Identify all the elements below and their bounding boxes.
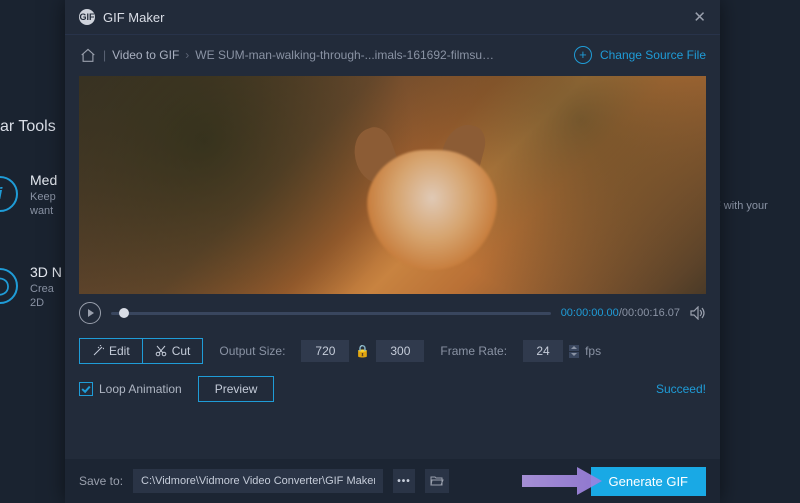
bg-item1-line2: want (30, 204, 57, 218)
seek-thumb[interactable] (119, 308, 129, 318)
bg-item2-title: 3D N (30, 264, 62, 280)
edit-label: Edit (109, 344, 130, 358)
step-up-icon[interactable] (569, 345, 579, 351)
check-icon (81, 383, 90, 392)
video-preview[interactable] (79, 76, 706, 294)
play-icon (88, 309, 94, 317)
seek-bar[interactable] (111, 312, 551, 315)
bg-item2-line2: 2D (30, 296, 62, 310)
output-size-label: Output Size: (219, 344, 285, 358)
home-icon[interactable] (79, 48, 97, 62)
play-button[interactable] (79, 302, 101, 324)
loop-animation-checkbox[interactable]: Loop Animation (79, 382, 182, 396)
breadcrumb-file: WE SUM-man-walking-through-...imals-1616… (195, 48, 495, 62)
bg-item2-line1: Crea (30, 282, 62, 296)
browse-button[interactable]: ••• (393, 469, 415, 493)
info-icon: i (0, 176, 18, 212)
framerate-input[interactable] (523, 340, 563, 362)
scissors-icon (155, 345, 167, 357)
bg-tools-title: ar Tools (0, 118, 56, 136)
breadcrumb: | Video to GIF › WE SUM-man-walking-thro… (65, 34, 720, 74)
edit-button[interactable]: Edit (79, 338, 142, 364)
wand-icon (92, 345, 104, 357)
app-title: GIF Maker (103, 10, 164, 25)
current-time: 00:00:00.00 (561, 307, 619, 319)
cube-icon: ◯ (0, 268, 18, 304)
bg-item1-title: Med (30, 172, 57, 188)
gif-maker-dialog: GIF GIF Maker ✕ | Video to GIF › WE SUM-… (65, 0, 720, 503)
volume-icon[interactable] (690, 306, 706, 320)
close-icon[interactable]: ✕ (693, 8, 706, 26)
framerate-stepper (569, 345, 579, 358)
breadcrumb-root[interactable]: Video to GIF (112, 48, 179, 62)
bg-right-text: F with your (714, 200, 794, 212)
change-source-button[interactable]: + Change Source File (574, 46, 706, 64)
fps-label: fps (585, 344, 601, 358)
duration: 00:00:16.07 (622, 307, 680, 319)
generate-gif-button[interactable]: Generate GIF (591, 467, 706, 496)
cut-button[interactable]: Cut (142, 338, 204, 364)
app-icon: GIF (79, 9, 95, 25)
chevron-right-icon: › (185, 48, 189, 62)
lock-icon[interactable]: 🔒 (349, 344, 376, 358)
plus-circle-icon: + (574, 46, 592, 64)
open-folder-button[interactable] (425, 469, 449, 493)
save-to-label: Save to: (79, 474, 123, 488)
height-input[interactable] (376, 340, 424, 362)
frame-rate-label: Frame Rate: (440, 344, 507, 358)
loop-label: Loop Animation (99, 382, 182, 396)
change-source-label: Change Source File (600, 48, 706, 62)
preview-button[interactable]: Preview (198, 376, 275, 402)
bg-item1-line1: Keep (30, 190, 57, 204)
time-display: 00:00:00.00/00:00:16.07 (561, 307, 680, 319)
step-down-icon[interactable] (569, 352, 579, 358)
breadcrumb-sep: | (103, 48, 106, 62)
width-input[interactable] (301, 340, 349, 362)
status-text: Succeed! (656, 382, 706, 396)
cut-label: Cut (172, 344, 191, 358)
save-path-input[interactable] (133, 469, 383, 493)
titlebar: GIF GIF Maker ✕ (65, 0, 720, 34)
